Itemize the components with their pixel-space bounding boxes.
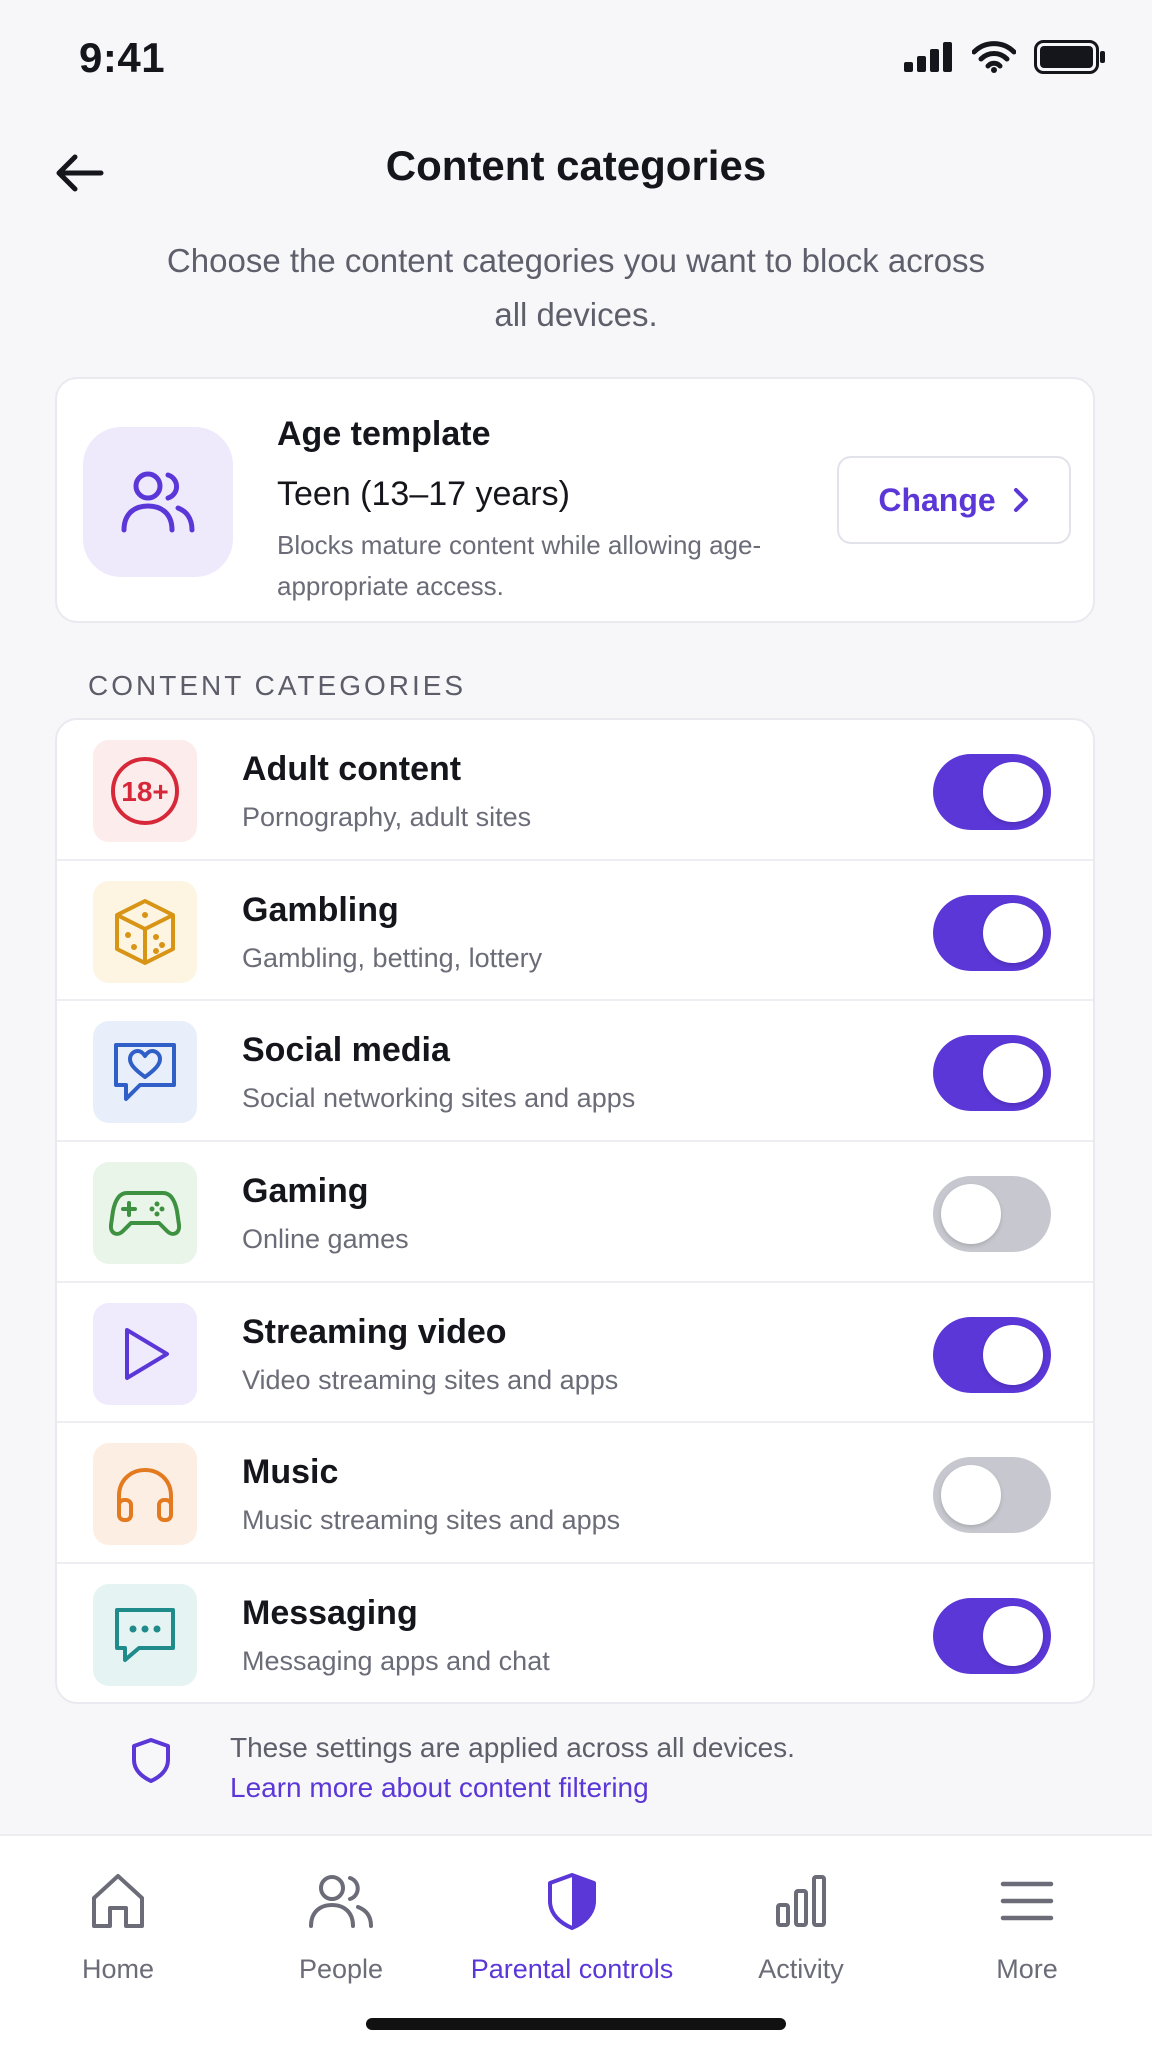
nav-parental-controls[interactable]: Parental controls (457, 1866, 687, 1996)
shield-icon (548, 1873, 596, 1930)
age-template-description: Blocks mature content while allowing age… (277, 530, 762, 601)
nav-icon-wrapper (912, 1866, 1142, 1936)
menu-icon (1000, 1881, 1054, 1921)
message-dots-icon (115, 1608, 175, 1663)
category-description: Video streaming sites and apps (242, 1364, 619, 1395)
toggle-knob (941, 1465, 1001, 1526)
category-description: Messaging apps and chat (242, 1646, 550, 1677)
gamepad-icon (109, 1191, 181, 1236)
toggle-streaming-video[interactable] (933, 1316, 1051, 1393)
toggle-knob (983, 902, 1043, 963)
category-icon-box (93, 1302, 197, 1405)
category-icon-box (93, 1584, 197, 1687)
nav-icon-wrapper (226, 1866, 456, 1936)
category-icon-box (93, 1162, 197, 1265)
nav-more[interactable]: More (912, 1866, 1142, 1996)
toggle-knob (983, 762, 1043, 822)
header: Content categories (0, 118, 1152, 218)
chat-heart-icon (114, 1043, 176, 1102)
shield-icon (132, 1738, 170, 1783)
change-age-template-button[interactable]: Change (837, 456, 1071, 544)
footer-note: These settings are applied across all de… (130, 1730, 1030, 1820)
toggle-gaming[interactable] (933, 1176, 1051, 1253)
category-row-messaging: Messaging Messaging apps and chat (57, 1564, 1093, 1702)
wifi-icon (972, 41, 1016, 73)
nav-icon-wrapper (686, 1866, 916, 1936)
toggle-messaging[interactable] (933, 1598, 1051, 1675)
page-subtitle: Choose the content categories you want t… (166, 242, 986, 333)
nav-label: More (996, 1954, 1058, 1984)
category-row-adult-content: 18+ Adult content Pornography, adult sit… (57, 720, 1093, 861)
category-icon-box: 18+ (93, 740, 197, 842)
adult-18-icon: 18+ (111, 757, 179, 825)
category-title: Messaging (242, 1594, 418, 1633)
adult-18-icon-text: 18+ (121, 776, 169, 807)
dice-icon (115, 898, 175, 965)
category-description: Music streaming sites and apps (242, 1505, 621, 1536)
headphones-icon (117, 1468, 173, 1523)
nav-label: Home (81, 1954, 155, 1984)
battery-icon (1034, 40, 1105, 74)
chevron-right-icon (1013, 488, 1028, 512)
category-row-gaming: Gaming Online games (57, 1142, 1093, 1283)
nav-activity[interactable]: Activity (686, 1866, 916, 1996)
age-template-icon-box (83, 427, 233, 577)
nav-home[interactable]: Home (3, 1866, 233, 1996)
age-template-card: Age template Teen (13–17 years) Blocks m… (55, 377, 1095, 623)
nav-label: Parental controls (470, 1954, 674, 1984)
nav-label: Activity (758, 1954, 844, 1984)
category-description: Gambling, betting, lottery (242, 942, 543, 973)
status-icons (904, 40, 1106, 74)
bottom-nav: Home People Parental controls Activity M… (0, 1834, 1152, 2048)
category-row-music: Music Music streaming sites and apps (57, 1423, 1093, 1565)
toggle-gambling[interactable] (933, 894, 1051, 971)
toggle-knob (983, 1043, 1043, 1104)
nav-icon-wrapper (457, 1866, 687, 1936)
learn-more-link[interactable]: Learn more about content filtering (230, 1772, 649, 1804)
toggle-knob (983, 1324, 1043, 1385)
category-title: Streaming video (242, 1312, 507, 1351)
category-row-gambling: Gambling Gambling, betting, lottery (57, 861, 1093, 1002)
people-icon (309, 1875, 373, 1928)
play-icon (125, 1327, 169, 1380)
category-title: Gaming (242, 1172, 369, 1211)
category-description: Pornography, adult sites (242, 802, 532, 832)
toggle-social-media[interactable] (933, 1035, 1051, 1112)
change-button-label: Change (878, 481, 996, 518)
toggle-adult-content[interactable] (933, 754, 1051, 830)
category-icon-box (93, 1021, 197, 1124)
nav-people[interactable]: People (226, 1866, 456, 1996)
category-title: Social media (242, 1031, 450, 1070)
status-time: 9:41 (79, 34, 166, 81)
category-description: Social networking sites and apps (242, 1083, 636, 1114)
home-indicator (366, 2018, 786, 2030)
toggle-knob (941, 1184, 1001, 1245)
category-title: Adult content (242, 750, 462, 788)
age-template-value: Teen (13–17 years) (277, 475, 570, 513)
category-row-social-media: Social media Social networking sites and… (57, 1001, 1093, 1143)
category-title: Gambling (242, 890, 399, 929)
category-row-streaming-video: Streaming video Video streaming sites an… (57, 1283, 1093, 1424)
status-bar: 9:41 (0, 0, 1152, 118)
footer-note-text: These settings are applied across all de… (230, 1732, 795, 1763)
nav-icon-wrapper (3, 1866, 233, 1936)
category-icon-box (93, 880, 197, 983)
home-icon (92, 1874, 144, 1928)
category-icon-box (93, 1443, 197, 1546)
signal-icon (904, 42, 952, 72)
bar-chart-icon (776, 1875, 826, 1927)
category-title: Music (242, 1453, 339, 1492)
people-icon (121, 471, 195, 533)
toggle-knob (983, 1606, 1043, 1667)
toggle-music[interactable] (933, 1457, 1051, 1534)
nav-label: People (298, 1954, 384, 1984)
age-template-heading: Age template (277, 415, 491, 453)
section-label: CONTENT CATEGORIES (88, 670, 467, 701)
category-description: Online games (242, 1224, 409, 1255)
page-title: Content categories (385, 142, 767, 189)
category-list: 18+ Adult content Pornography, adult sit… (55, 718, 1095, 1704)
